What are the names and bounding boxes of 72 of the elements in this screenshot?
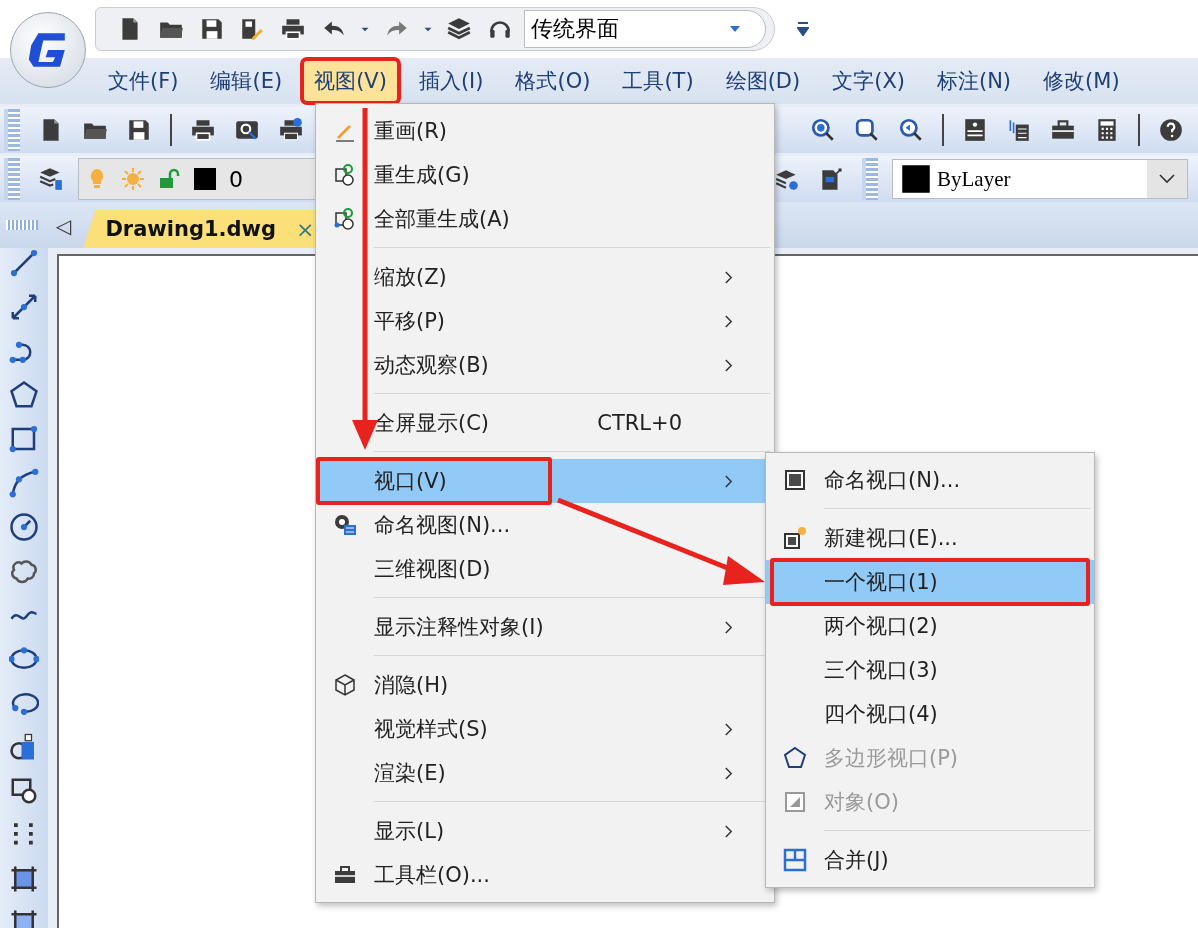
printer-icon[interactable] [280,16,307,42]
toolbar-grip[interactable] [6,220,38,230]
cube-icon [333,673,357,697]
join-icon [783,848,807,872]
caret-icon [729,25,741,33]
insert-icon[interactable] [9,776,39,806]
viewport-icon [783,468,807,492]
menu-bar-item[interactable]: 工具(T) [612,61,704,101]
menu-item[interactable]: 一个视口(1) [766,560,1094,604]
polygon-icon[interactable] [9,380,39,410]
line-icon[interactable] [9,248,39,278]
construction-line-icon[interactable] [9,292,39,322]
close-tab-button[interactable]: × [296,216,315,242]
zoom-icon[interactable] [810,117,836,143]
toolbar-grip[interactable] [4,158,20,200]
color-swatch-icon [901,164,931,194]
plotter-icon[interactable] [278,117,304,143]
chevron-right-icon [724,473,733,489]
rectangle-icon[interactable] [9,424,39,454]
regenerate-all-icon [333,207,357,231]
menu-item[interactable]: 四个视口(4) [766,692,1094,736]
menu-item[interactable]: 三个视口(3) [766,648,1094,692]
object-icon [783,790,807,814]
padlock-icon [157,167,181,191]
menu-bar-item[interactable]: 插入(I) [408,61,494,101]
chevron-right-icon [724,721,733,737]
menu-bar-item[interactable]: 文字(X) [822,61,915,101]
workspace-dropdown[interactable]: 传统界面 [524,10,766,48]
chevron-right-icon [724,313,733,329]
menu-bar-item[interactable]: 编辑(E) [200,61,293,101]
menu-bar-item[interactable]: 文件(F) [98,61,189,101]
properties-icon[interactable] [962,117,988,143]
chevron-right-icon [724,823,733,839]
color-swatch-icon [193,167,217,191]
menu-item[interactable]: 新建视口(E)... [766,516,1094,560]
tab-scroll-left[interactable]: ◁ [56,214,72,238]
circle-icon[interactable] [9,512,39,542]
new-viewport-icon [783,526,807,550]
help-icon[interactable] [1158,117,1184,143]
regenerate-icon [333,163,357,187]
chevron-right-icon [724,765,733,781]
chevron-right-icon [724,619,733,635]
polygon-icon [783,746,807,770]
menu-item[interactable]: 平移(P) [316,299,774,343]
zoom-previous-icon[interactable] [898,117,924,143]
toolbar-grip[interactable] [4,109,20,151]
menu-item[interactable]: 缩放(Z) [316,255,774,299]
menu-bar-item[interactable]: 格式(O) [505,61,601,101]
sun-icon [121,167,145,191]
menu-bar-item[interactable]: 绘图(D) [715,61,811,101]
menu-item[interactable]: 重生成(G) [316,153,774,197]
zoom-window-icon[interactable] [854,117,880,143]
chevron-down-icon [1159,174,1175,184]
chevron-right-icon [724,269,733,285]
chevron-right-icon [724,357,733,373]
menu-bar-item[interactable]: 标注(N) [926,61,1022,101]
layers-icon[interactable] [446,16,473,42]
menu-item[interactable]: 合并(J) [766,838,1094,882]
menu-item[interactable]: 两个视口(2) [766,604,1094,648]
printer-icon[interactable] [190,117,216,143]
menu-item[interactable]: 动态观察(B) [316,343,774,387]
toolbar-grip[interactable] [862,158,878,200]
layers-icon[interactable] [38,166,64,192]
color-dropdown[interactable]: ByLayer [892,159,1188,199]
menu-bar-item[interactable]: 修改(M) [1033,61,1130,101]
shortcut-label: CTRL+0 [597,411,683,435]
customize-toolbar-icon[interactable] [797,22,809,36]
layer-dropdown[interactable]: 0 [78,158,318,200]
menu-item[interactable]: 全屏显示(C) CTRL+0 [316,401,774,445]
named-view-icon [333,513,357,537]
arc-icon[interactable] [9,468,39,498]
hatch-icon[interactable] [9,864,39,894]
